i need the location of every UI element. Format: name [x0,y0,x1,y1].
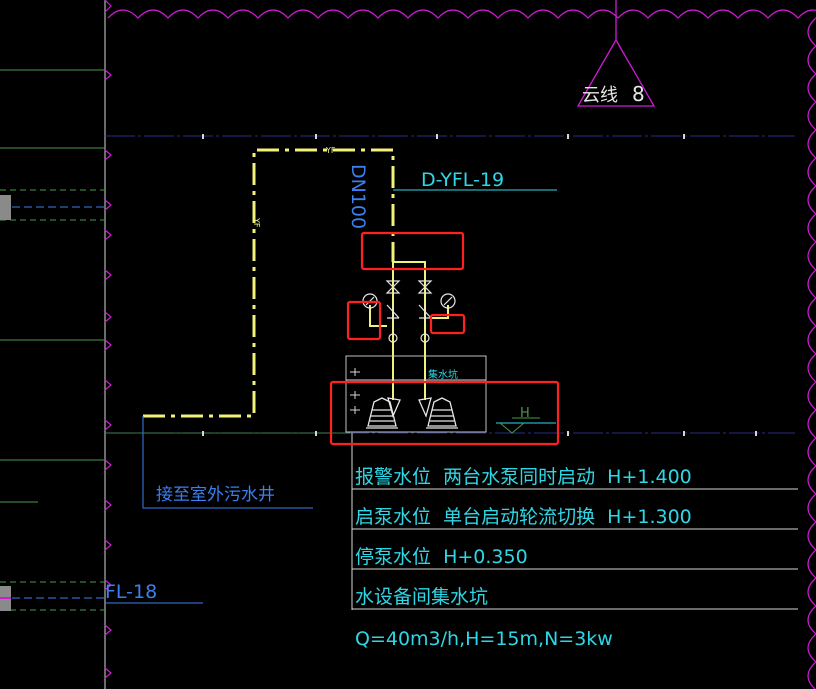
pit-label: 集水坑 [428,368,458,381]
water-level-marker: H [520,406,530,421]
left-equipment-block [0,195,11,220]
note-alarm-level: 报警水位 两台水泵同时启动 H+1.400 [355,466,692,488]
left-pipe-id: FL-18 [105,581,157,603]
cad-drawing-canvas: 云线 8 YF YF DN100 D-YFL-19 集水坑 H 接至室外污水井 … [0,0,816,689]
revision-number: 8 [632,82,645,106]
note-room: 水设备间集水坑 [355,586,488,608]
pipe-code-top: YF [325,146,336,155]
revision-label: 云线 [582,85,618,106]
pipe-id-label: D-YFL-19 [421,169,504,191]
note-stop-level: 停泵水位 H+0.350 [355,546,528,568]
pipe-size-label: DN100 [347,164,369,229]
outlet-note: 接至室外污水井 [156,485,275,505]
note-start-level: 启泵水位 单台启动轮流切换 H+1.300 [355,506,692,528]
note-pump-spec: Q=40m3/h,H=15m,N=3kw [355,628,613,650]
pipe-code-vertical: YF [252,217,261,228]
